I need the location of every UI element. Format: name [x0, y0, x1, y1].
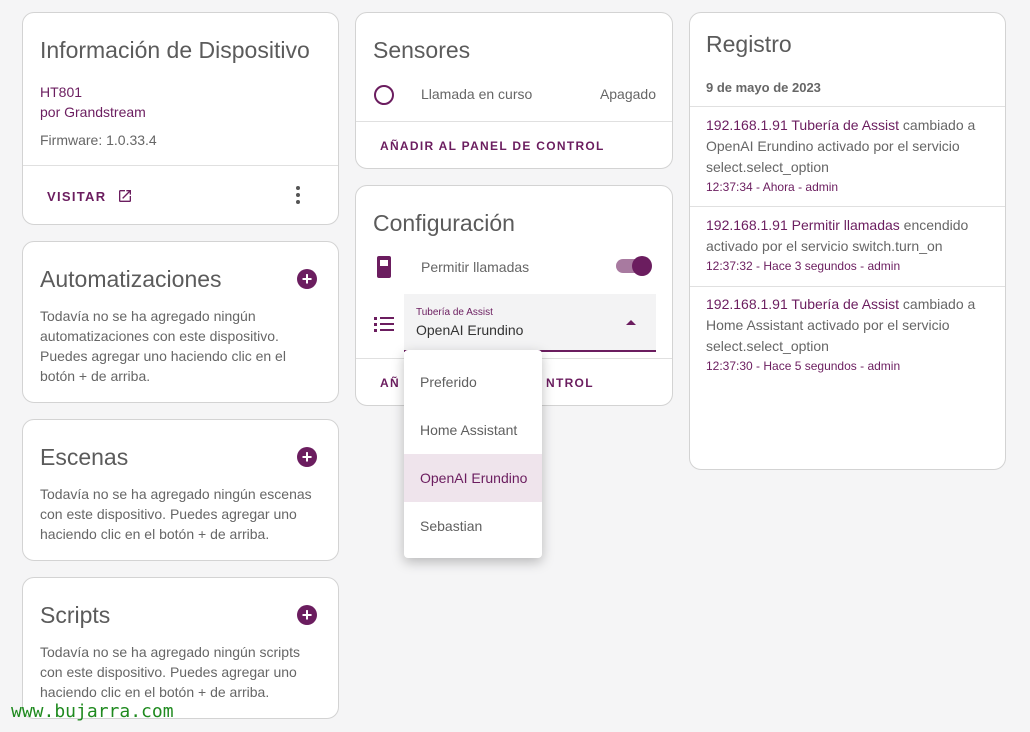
visit-button[interactable]: VISITAR [47, 188, 133, 204]
scenes-card: Escenas + Todavía no se ha agregado ning… [22, 419, 339, 561]
logbook-title: Registro [706, 31, 792, 57]
phone-icon [377, 256, 391, 278]
logbook-date: 9 de mayo de 2023 [706, 80, 821, 95]
divider [690, 206, 1005, 207]
device-manufacturer: por Grandstream [40, 104, 146, 120]
log-entry-time: 12:37:30 - Hace 5 segundos - admin [706, 359, 901, 373]
log-entry-time: 12:37:34 - Ahora - admin [706, 180, 839, 194]
list-icon [374, 317, 394, 332]
divider [356, 121, 672, 122]
scripts-title: Scripts [40, 602, 111, 628]
log-entry-source[interactable]: 192.168.1.91 Tubería de Assist [706, 296, 899, 312]
log-entry-source[interactable]: 192.168.1.91 Tubería de Assist [706, 117, 899, 133]
automations-title: Automatizaciones [40, 266, 222, 292]
allow-calls-label: Permitir llamadas [421, 259, 530, 275]
add-to-dashboard-button-right[interactable]: NTROL [546, 376, 594, 390]
log-entry-source[interactable]: 192.168.1.91 Permitir llamadas [706, 217, 900, 233]
menu-option-preferido[interactable]: Preferido [404, 358, 542, 406]
log-entry: 192.168.1.91 Tubería de Assist cambiado … [706, 115, 991, 196]
menu-option-openai-erundino[interactable]: OpenAI Erundino [404, 454, 542, 502]
open-in-new-icon [119, 190, 132, 202]
divider [690, 286, 1005, 287]
scenes-empty-text: Todavía no se ha agregado ningún escenas… [40, 486, 312, 542]
log-entry: 192.168.1.91 Permitir llamadas encendido… [706, 215, 991, 275]
sensor-label[interactable]: Llamada en curso [421, 86, 532, 102]
add-to-dashboard-button-left[interactable]: AÑ [380, 376, 400, 390]
select-label: Tubería de Assist [416, 307, 493, 318]
configuration-title: Configuración [373, 210, 515, 236]
circle-outline-icon [374, 85, 394, 105]
watermark: www.bujarra.com [11, 701, 174, 722]
automations-card: Automatizaciones + Todavía no se ha agre… [22, 241, 339, 403]
device-info-card: Información de Dispositivo HT801 por Gra… [22, 12, 339, 225]
visit-label: VISITAR [47, 189, 107, 204]
menu-option-sebastian[interactable]: Sebastian [404, 502, 542, 550]
sensors-card: Sensores Llamada en curso Apagado AÑADIR… [355, 12, 673, 169]
sensor-value: Apagado [599, 86, 656, 102]
menu-option-home-assistant[interactable]: Home Assistant [404, 406, 542, 454]
add-automation-icon[interactable]: + [297, 269, 317, 289]
device-model: HT801 [40, 84, 83, 100]
device-firmware: Firmware: 1.0.33.4 [40, 132, 157, 148]
automations-empty-text: Todavía no se ha agregado ningún automat… [40, 308, 286, 384]
logbook-card: Registro 9 de mayo de 2023 192.168.1.91 … [689, 12, 1006, 470]
divider [690, 106, 1005, 107]
add-script-icon[interactable]: + [297, 605, 317, 625]
add-to-dashboard-button[interactable]: AÑADIR AL PANEL DE CONTROL [380, 139, 605, 153]
select-value: OpenAI Erundino [416, 322, 524, 338]
divider [23, 165, 338, 166]
sensors-title: Sensores [373, 37, 471, 63]
assist-pipeline-menu: Preferido Home Assistant OpenAI Erundino… [404, 350, 542, 558]
allow-calls-toggle[interactable] [616, 256, 652, 276]
device-info-title: Información de Dispositivo [40, 37, 310, 63]
more-options-icon[interactable] [295, 185, 301, 205]
log-entry: 192.168.1.91 Tubería de Assist cambiado … [706, 294, 991, 375]
scenes-title: Escenas [40, 444, 129, 470]
assist-pipeline-select[interactable]: Tubería de Assist OpenAI Erundino [404, 294, 656, 352]
scripts-empty-text: Todavía no se ha agregado ningún scripts… [40, 644, 300, 700]
caret-up-icon [626, 320, 636, 325]
add-scene-icon[interactable]: + [297, 447, 317, 467]
log-entry-time: 12:37:32 - Hace 3 segundos - admin [706, 259, 901, 273]
scripts-card: Scripts + Todavía no se ha agregado ning… [22, 577, 339, 719]
